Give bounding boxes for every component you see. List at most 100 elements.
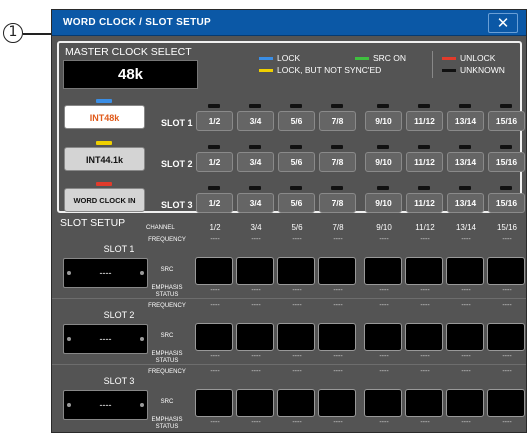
src-button[interactable] [195, 323, 233, 351]
int48k-button[interactable]: INT48k [64, 105, 145, 129]
slot3-channel-button[interactable]: 15/16 [488, 193, 525, 213]
frequency-value: ---- [333, 236, 343, 243]
slot-device-display[interactable]: ---- [63, 390, 148, 420]
slot1-channel-button[interactable]: 11/12 [406, 111, 443, 131]
channel-header: 3/4 [250, 223, 262, 232]
slot1-ch-indicator [208, 104, 220, 108]
slot3-channel-button[interactable]: 5/6 [278, 193, 315, 213]
src-button[interactable] [487, 323, 525, 351]
channel-header: 7/8 [332, 223, 344, 232]
src-button[interactable] [446, 323, 484, 351]
slot2-channel-button[interactable]: 11/12 [406, 152, 443, 172]
slot1-channel-button[interactable]: 9/10 [365, 111, 402, 131]
slot2-channel-button[interactable]: 9/10 [365, 152, 402, 172]
slot2-channel-button[interactable]: 1/2 [196, 152, 233, 172]
slot2-channel-button[interactable]: 13/14 [447, 152, 484, 172]
slot2-ch-indicator [418, 145, 430, 149]
legend-unlock-label: UNLOCK [460, 53, 496, 63]
slot-device-display[interactable]: ---- [63, 258, 148, 288]
src-row-label: SRC [160, 333, 174, 339]
legend-lock-not-synced-label: LOCK, BUT NOT SYNC'ED [277, 65, 382, 75]
slot3-channel-button[interactable]: 3/4 [237, 193, 274, 213]
channel-header-label: CHANNEL [146, 225, 175, 231]
device-knob-dot [67, 403, 71, 407]
channel-header: 15/16 [496, 223, 518, 232]
slot1-channel-button[interactable]: 5/6 [278, 111, 315, 131]
src-button[interactable] [236, 389, 274, 417]
callout-number-1: 1 [3, 23, 23, 43]
slot-device-display[interactable]: ---- [63, 324, 148, 354]
frequency-value: ---- [210, 302, 220, 309]
slot1-channel-button[interactable]: 13/14 [447, 111, 484, 131]
slot1-ch-indicator [377, 104, 389, 108]
src-button[interactable] [405, 389, 443, 417]
slot-1-label: SLOT 1 [161, 118, 193, 128]
src-button[interactable] [277, 257, 315, 285]
emphasis-status-value: ---- [420, 287, 430, 294]
slot1-ch-indicator [249, 104, 261, 108]
src-button[interactable] [364, 323, 402, 351]
slot3-ch-indicator [290, 186, 302, 190]
slot2-ch-indicator [377, 145, 389, 149]
src-button[interactable] [195, 389, 233, 417]
frequency-value: ---- [461, 368, 471, 375]
slot1-channel-button[interactable]: 15/16 [488, 111, 525, 131]
int44k-button[interactable]: INT44.1k [64, 147, 145, 171]
legend-src-on-label: SRC ON [373, 53, 407, 63]
emphasis-status-value: ---- [292, 287, 302, 294]
src-button[interactable] [236, 323, 274, 351]
emphasis-status-value: ---- [251, 353, 261, 360]
device-knob-dot [140, 337, 144, 341]
src-button[interactable] [405, 323, 443, 351]
frequency-value: ---- [502, 302, 512, 309]
src-button[interactable] [318, 389, 356, 417]
slot-3-label: SLOT 3 [161, 200, 193, 210]
slot1-channel-button[interactable]: 3/4 [237, 111, 274, 131]
slot-setup-title: SLOT SETUP [60, 217, 126, 229]
src-button[interactable] [487, 257, 525, 285]
legend-lock-not-synced-swatch [259, 69, 273, 73]
slot3-channel-button[interactable]: 1/2 [196, 193, 233, 213]
src-button[interactable] [318, 323, 356, 351]
slot-setup-slot-name: SLOT 1 [103, 244, 135, 254]
src-button[interactable] [364, 257, 402, 285]
emphasis-status-value: ---- [379, 419, 389, 426]
slot-device-value: ---- [99, 268, 112, 278]
word-clock-in-button[interactable]: WORD CLOCK IN [64, 188, 145, 212]
word-clock-slot-setup-window: WORD CLOCK / SLOT SETUP ✕ MASTER CLOCK S… [51, 9, 527, 433]
frequency-value: ---- [502, 368, 512, 375]
src-button[interactable] [277, 323, 315, 351]
slot3-channel-button[interactable]: 13/14 [447, 193, 484, 213]
slot2-channel-button[interactable]: 7/8 [319, 152, 356, 172]
src-button[interactable] [487, 389, 525, 417]
slot1-channel-button[interactable]: 7/8 [319, 111, 356, 131]
emphasis-status-row-label: EMPHASIS STATUS [151, 417, 183, 430]
slot-device-value: ---- [99, 334, 112, 344]
slot3-channel-button[interactable]: 11/12 [406, 193, 443, 213]
device-knob-dot [67, 271, 71, 275]
src-button[interactable] [236, 257, 274, 285]
slot1-channel-button[interactable]: 1/2 [196, 111, 233, 131]
src-button[interactable] [318, 257, 356, 285]
channel-header: 13/14 [455, 223, 477, 232]
emphasis-status-value: ---- [461, 287, 471, 294]
slot2-channel-button[interactable]: 5/6 [278, 152, 315, 172]
frequency-value: ---- [210, 236, 220, 243]
close-button[interactable]: ✕ [488, 13, 518, 33]
slot3-channel-button[interactable]: 7/8 [319, 193, 356, 213]
src-button[interactable] [446, 389, 484, 417]
src-button[interactable] [364, 389, 402, 417]
master-clock-select-title: MASTER CLOCK SELECT [65, 46, 192, 58]
slot2-channel-button[interactable]: 3/4 [237, 152, 274, 172]
slot3-channel-button[interactable]: 9/10 [365, 193, 402, 213]
channel-header: 11/12 [415, 223, 435, 232]
src-button[interactable] [446, 257, 484, 285]
slot1-ch-indicator [500, 104, 512, 108]
slot3-ch-indicator [208, 186, 220, 190]
window-title: WORD CLOCK / SLOT SETUP [63, 17, 212, 28]
src-button[interactable] [195, 257, 233, 285]
slot2-channel-button[interactable]: 15/16 [488, 152, 525, 172]
src-button[interactable] [405, 257, 443, 285]
src-button[interactable] [277, 389, 315, 417]
slot3-ch-indicator [418, 186, 430, 190]
